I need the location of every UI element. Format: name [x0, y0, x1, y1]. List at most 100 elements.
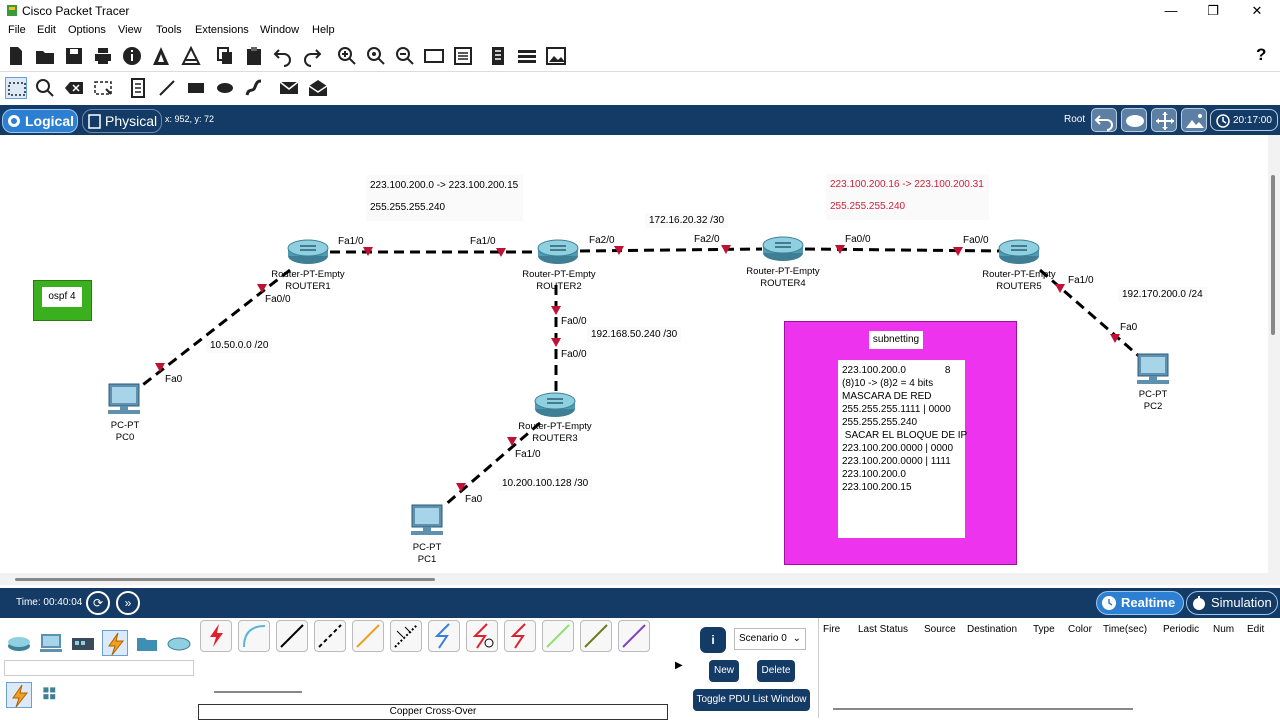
router5-icon[interactable]: [998, 239, 1040, 265]
tab-physical[interactable]: Physical: [82, 109, 162, 133]
serial-dce-icon[interactable]: [466, 620, 498, 652]
pc0-label[interactable]: PC-PT PC0: [111, 420, 140, 444]
subnetting-area[interactable]: subnetting 223.100.200.0 8 (8)10 -> (8)2…: [784, 321, 1017, 565]
tab-logical[interactable]: Logical: [2, 109, 78, 133]
network-devices-icon[interactable]: [6, 630, 32, 656]
router1-label[interactable]: Router-PT-Empty ROUTER1: [271, 269, 344, 293]
pdu-table-scroll-thumb[interactable]: [833, 708, 1133, 710]
ospf-area[interactable]: ospf 4: [33, 280, 92, 321]
subnet-label-pc2[interactable]: 192.170.200.0 /24: [1118, 287, 1207, 302]
pc2-label[interactable]: PC-PT PC2: [1139, 389, 1168, 413]
drawing-palette-icon[interactable]: [423, 45, 445, 67]
help-button[interactable]: ?: [1256, 45, 1266, 65]
router2-label[interactable]: Router-PT-Empty ROUTER2: [522, 269, 595, 293]
select-tool-icon[interactable]: [5, 77, 27, 99]
subnet-note-2[interactable]: 223.100.200.16 -> 223.100.200.31 255.255…: [826, 174, 989, 220]
router2-icon[interactable]: [537, 239, 579, 265]
redo-icon[interactable]: [301, 45, 323, 67]
maximize-button[interactable]: ❐: [1198, 2, 1228, 20]
connections-subcategory-icon[interactable]: [6, 682, 32, 708]
octal-cable-icon[interactable]: [542, 620, 574, 652]
inspect-icon[interactable]: [34, 77, 56, 99]
move-object-icon[interactable]: [1151, 108, 1177, 132]
usb-cable-icon[interactable]: [618, 620, 650, 652]
pc2-icon[interactable]: [1136, 353, 1170, 385]
menu-file[interactable]: File: [8, 24, 26, 36]
draw-rectangle-icon[interactable]: [185, 77, 207, 99]
zoom-in-icon[interactable]: [336, 45, 358, 67]
subnet-label-r2-r4[interactable]: 172.16.20.32 /30: [645, 213, 729, 228]
cluster-icon[interactable]: [516, 45, 538, 67]
subnet-label-pc0[interactable]: 10.50.0.0 /20: [206, 338, 273, 353]
subnetting-note[interactable]: 223.100.200.0 8 (8)10 -> (8)2 = 4 bits M…: [838, 360, 967, 538]
activity-wizard-icon[interactable]: [150, 45, 172, 67]
end-devices-icon[interactable]: [38, 630, 64, 656]
scrollbar-thumb[interactable]: [1271, 175, 1275, 335]
connections-scroll-thumb[interactable]: [214, 691, 302, 693]
freeform-icon[interactable]: [243, 77, 265, 99]
draw-ellipse-icon[interactable]: [214, 77, 236, 99]
fast-forward-icon[interactable]: »: [116, 591, 140, 615]
vertical-scrollbar[interactable]: [1268, 135, 1280, 585]
draw-line-icon[interactable]: [156, 77, 178, 99]
subnet-label-r2-r3[interactable]: 192.168.50.240 /30: [587, 327, 682, 342]
power-cycle-icon[interactable]: ⟳: [86, 591, 110, 615]
subnetting-title[interactable]: subnetting: [869, 331, 923, 349]
phone-cable-icon[interactable]: [390, 620, 422, 652]
new-scenario-button[interactable]: New: [709, 660, 739, 682]
pdu-info-button[interactable]: i: [700, 627, 726, 653]
print-icon[interactable]: [92, 45, 114, 67]
simulation-button[interactable]: Simulation: [1186, 591, 1278, 615]
resize-shape-icon[interactable]: [92, 77, 114, 99]
menu-view[interactable]: View: [118, 24, 142, 36]
toggle-pdu-list-button[interactable]: Toggle PDU List Window: [693, 689, 810, 711]
auto-connection-icon[interactable]: [200, 620, 232, 652]
menu-window[interactable]: Window: [260, 24, 299, 36]
horizontal-scrollbar[interactable]: [0, 573, 1268, 585]
scrollbar-thumb[interactable]: [15, 578, 435, 581]
network-info-icon[interactable]: [180, 45, 202, 67]
add-simple-pdu-icon[interactable]: [278, 77, 300, 99]
miscellaneous-icon[interactable]: [134, 630, 160, 656]
image-icon[interactable]: [545, 45, 567, 67]
document-icon[interactable]: [487, 45, 509, 67]
link-r4-r5[interactable]: [804, 247, 1001, 253]
undo-icon[interactable]: [272, 45, 294, 67]
connections-icon[interactable]: [102, 630, 128, 656]
zoom-reset-icon[interactable]: [365, 45, 387, 67]
router3-icon[interactable]: [534, 392, 576, 418]
viewport-clock[interactable]: 20:17:00: [1210, 109, 1278, 131]
minimize-button[interactable]: —: [1156, 2, 1186, 20]
iot-custom-cable-icon[interactable]: [580, 620, 612, 652]
delete-scenario-button[interactable]: Delete: [757, 660, 795, 682]
back-icon[interactable]: [1091, 108, 1117, 132]
pc1-label[interactable]: PC-PT PC1: [413, 542, 442, 566]
custom-devices-icon[interactable]: [452, 45, 474, 67]
router4-icon[interactable]: [762, 236, 804, 262]
realtime-button[interactable]: Realtime: [1096, 591, 1184, 615]
console-cable-icon[interactable]: [238, 620, 270, 652]
add-complex-pdu-icon[interactable]: [307, 77, 329, 99]
subnet-label-pc1[interactable]: 10.200.100.128 /30: [498, 476, 593, 491]
new-file-icon[interactable]: [5, 45, 27, 67]
close-button[interactable]: ✕: [1242, 2, 1272, 20]
open-folder-icon[interactable]: [34, 45, 56, 67]
fiber-icon[interactable]: [352, 620, 384, 652]
router4-label[interactable]: Router-PT-Empty ROUTER4: [746, 266, 819, 290]
subnet-note-1[interactable]: 223.100.200.0 -> 223.100.200.15 255.255.…: [366, 175, 523, 221]
menu-options[interactable]: Options: [68, 24, 106, 36]
menu-edit[interactable]: Edit: [37, 24, 56, 36]
menu-extensions[interactable]: Extensions: [195, 24, 249, 36]
info-icon[interactable]: [121, 45, 143, 67]
link-r2-r4[interactable]: [579, 247, 763, 253]
collapse-arrow-icon[interactable]: ▶: [675, 660, 683, 671]
category-search-field[interactable]: [4, 660, 194, 676]
grid-subcategory-icon[interactable]: [40, 684, 66, 710]
copy-icon[interactable]: [214, 45, 236, 67]
serial-dte-icon[interactable]: [504, 620, 536, 652]
scenario-select[interactable]: Scenario 0 ⌄: [734, 628, 806, 650]
router1-icon[interactable]: [287, 239, 329, 265]
background-image-icon[interactable]: [1181, 108, 1207, 132]
multiuser-icon[interactable]: [166, 630, 192, 656]
pc1-icon[interactable]: [410, 504, 444, 536]
